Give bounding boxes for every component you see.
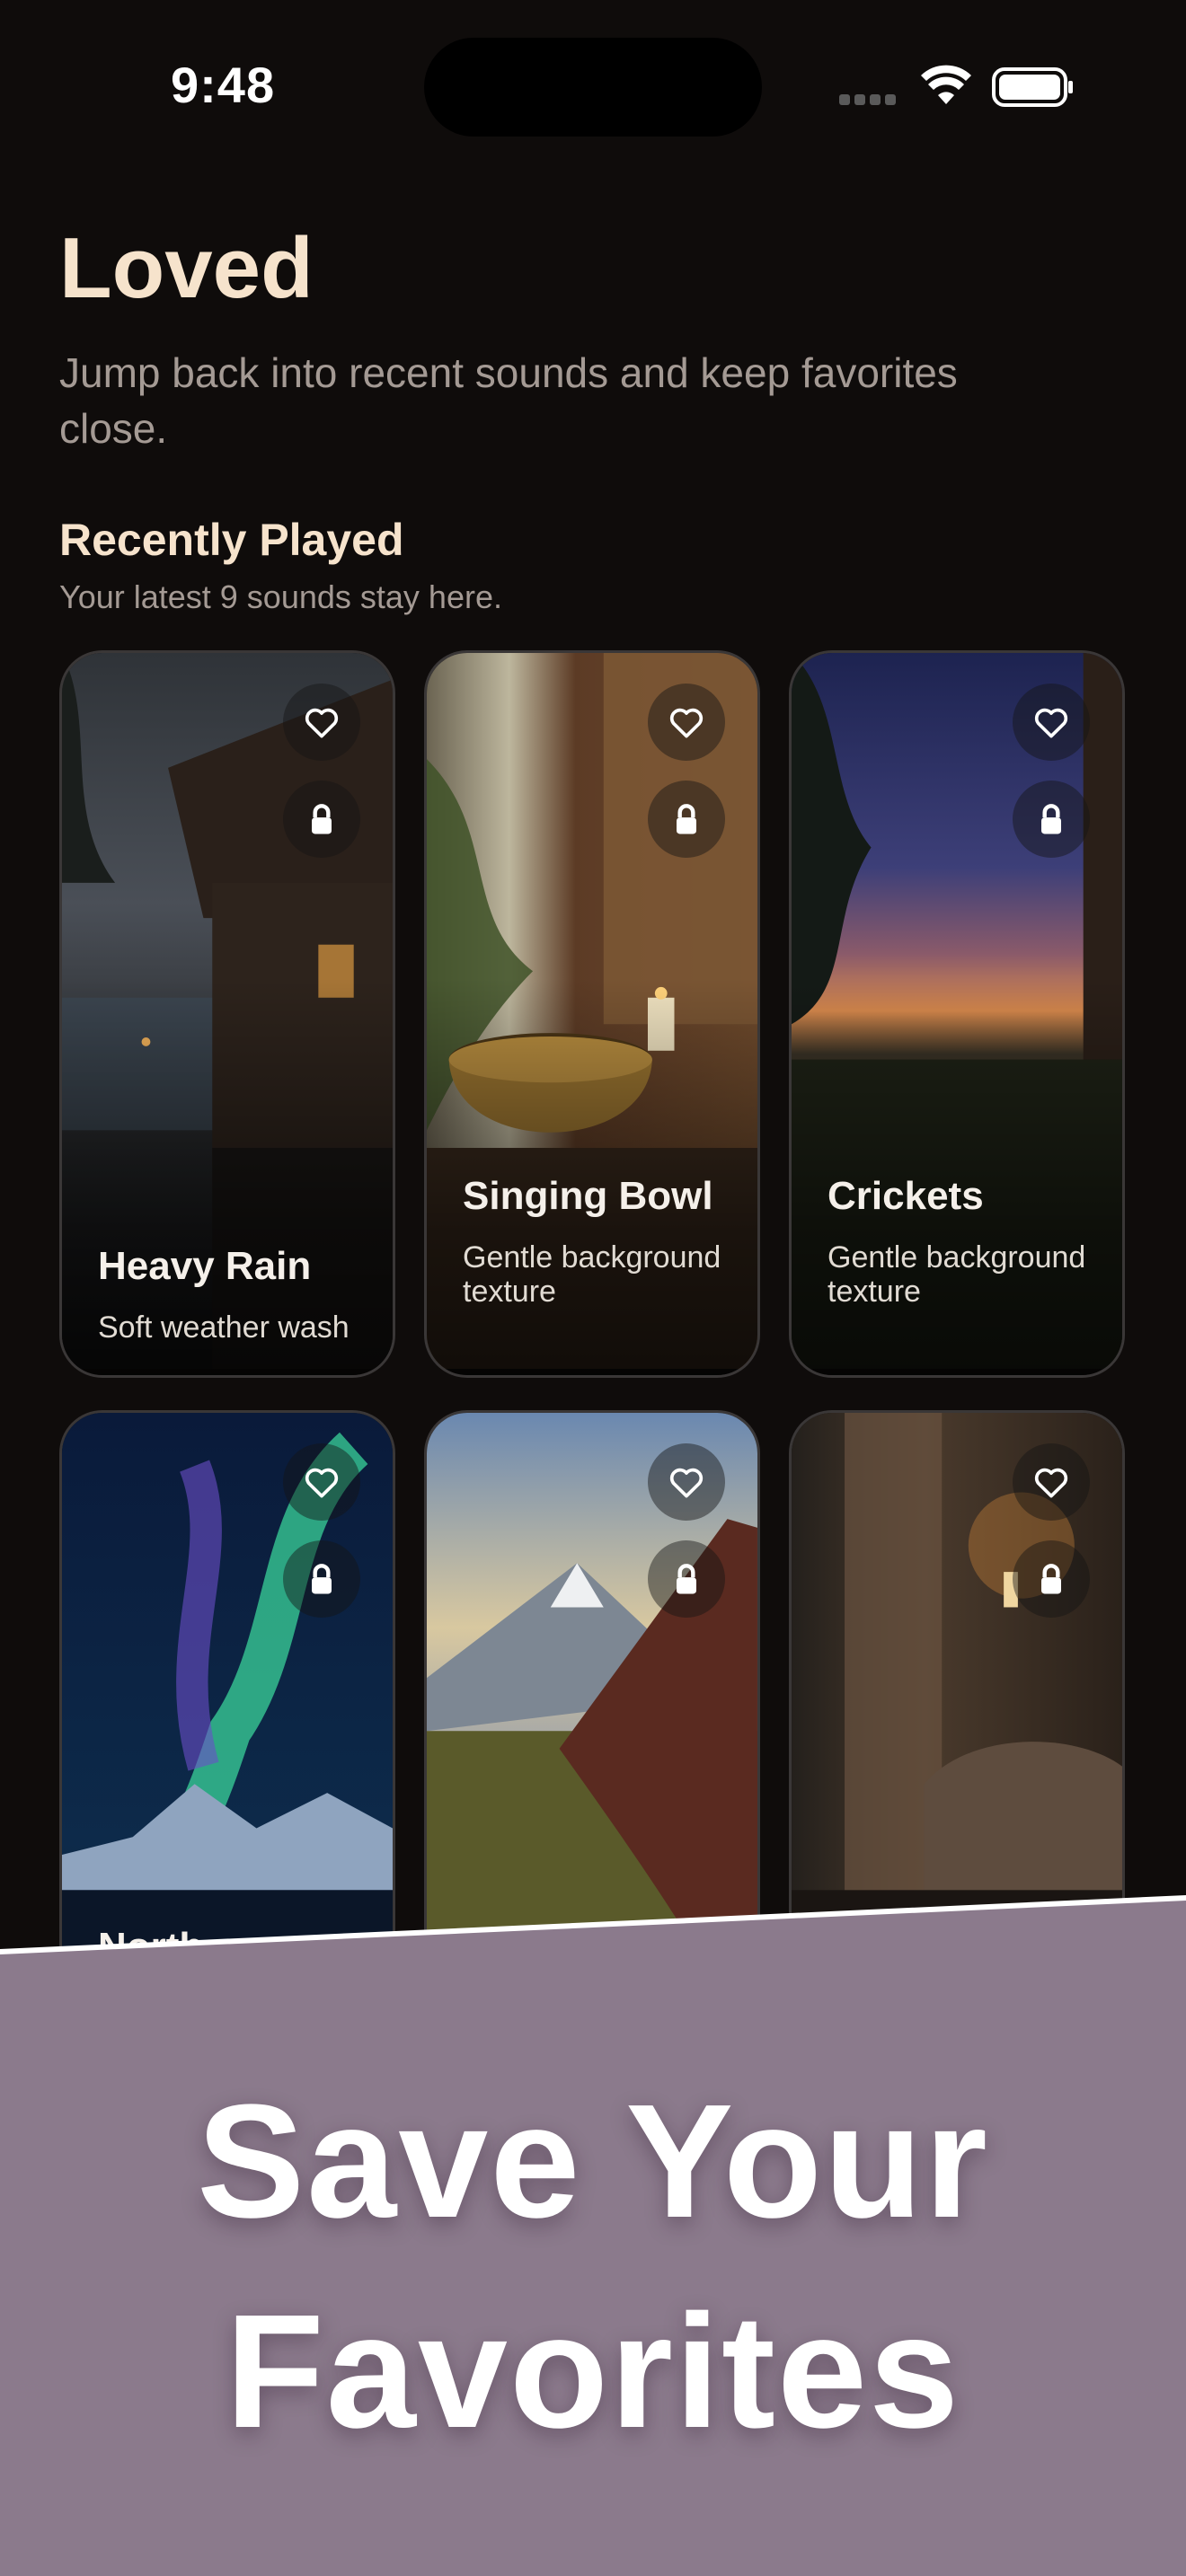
favorite-button[interactable] bbox=[283, 1443, 360, 1521]
page-title: Loved bbox=[59, 220, 314, 316]
cozy-room-artwork bbox=[792, 1413, 1122, 2129]
lock-icon bbox=[677, 804, 696, 834]
lock-button[interactable] bbox=[1013, 1540, 1090, 1618]
section-subtitle: Your latest 9 sounds stay here. bbox=[59, 578, 502, 615]
favorite-button[interactable] bbox=[283, 684, 360, 761]
heart-icon bbox=[1034, 1468, 1068, 1498]
heart-icon bbox=[1034, 708, 1068, 738]
promo-line-2: Favorites bbox=[225, 2281, 961, 2462]
card-title: Heavy Rain bbox=[98, 1244, 312, 1288]
card-title: North bbox=[98, 1925, 204, 1969]
favorite-button[interactable] bbox=[1013, 1443, 1090, 1521]
sound-card-heavy-rain[interactable]: Heavy Rain Soft weather wash bbox=[59, 650, 395, 1378]
heart-icon bbox=[305, 1468, 339, 1498]
cellular-signal-icon bbox=[839, 93, 902, 106]
status-bar: 9:48 bbox=[0, 0, 1186, 180]
card-description: Gentle background texture bbox=[828, 1240, 1086, 1309]
aurora-artwork bbox=[62, 1413, 393, 2129]
card-title: Singing Bowl bbox=[463, 1174, 713, 1218]
page-subtitle: Jump back into recent sounds and keep fa… bbox=[59, 349, 958, 452]
sound-card-singing-bowl[interactable]: Singing Bowl Gentle background texture bbox=[424, 650, 760, 1378]
lock-icon bbox=[1041, 1564, 1061, 1594]
dynamic-island bbox=[424, 38, 762, 137]
lock-icon bbox=[677, 1564, 696, 1594]
wifi-icon bbox=[921, 65, 971, 104]
lock-icon bbox=[312, 804, 332, 834]
lock-button[interactable] bbox=[283, 781, 360, 858]
favorite-button[interactable] bbox=[1013, 684, 1090, 761]
lock-button[interactable] bbox=[1013, 781, 1090, 858]
status-time: 9:48 bbox=[171, 57, 276, 113]
heart-icon bbox=[669, 708, 704, 738]
favorite-button[interactable] bbox=[648, 1443, 725, 1521]
heart-icon bbox=[305, 708, 339, 738]
train-artwork bbox=[427, 1413, 757, 2129]
lock-button[interactable] bbox=[283, 1540, 360, 1618]
card-title: Crickets bbox=[828, 1174, 984, 1218]
favorite-button[interactable] bbox=[648, 684, 725, 761]
heart-icon bbox=[669, 1468, 704, 1498]
sound-card-northern-lights[interactable]: North bbox=[59, 1410, 395, 2138]
sound-card-cozy-room[interactable] bbox=[789, 1410, 1125, 2138]
sound-card-train[interactable] bbox=[424, 1410, 760, 2138]
lock-button[interactable] bbox=[648, 781, 725, 858]
sound-card-crickets[interactable]: Crickets Gentle background texture bbox=[789, 650, 1125, 1378]
card-description: Soft weather wash bbox=[98, 1310, 350, 1345]
lock-icon bbox=[1041, 804, 1061, 834]
lock-button[interactable] bbox=[648, 1540, 725, 1618]
lock-icon bbox=[312, 1564, 332, 1594]
battery-icon bbox=[992, 67, 1073, 107]
section-title-recently-played: Recently Played bbox=[59, 515, 404, 565]
card-description: Gentle background texture bbox=[463, 1240, 721, 1309]
